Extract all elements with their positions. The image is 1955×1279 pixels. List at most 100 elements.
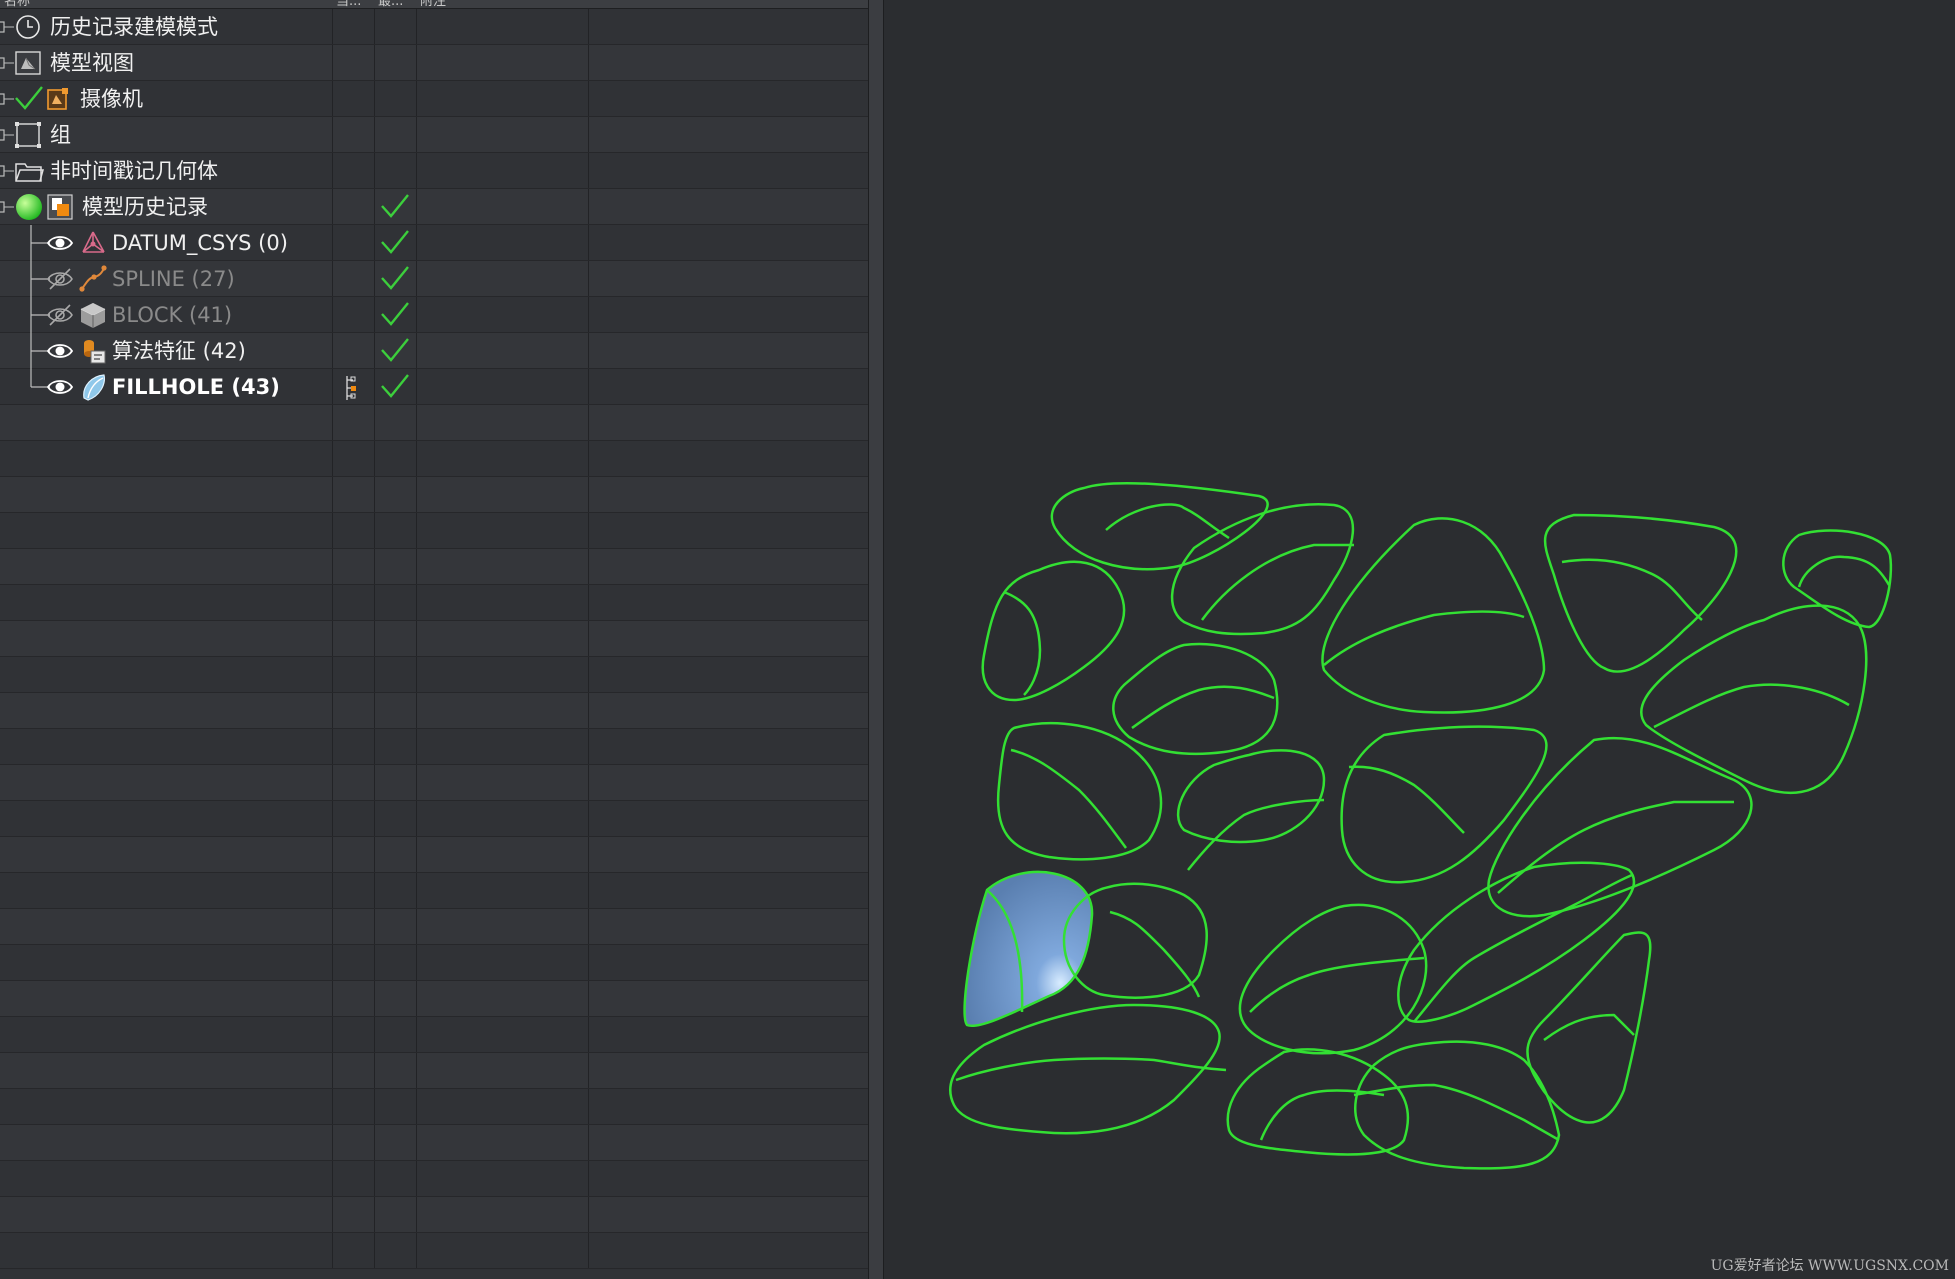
- tree-item-label[interactable]: 模型视图: [50, 51, 134, 75]
- tree-item-label[interactable]: SPLINE (27): [112, 267, 235, 291]
- hole-split-curve[interactable]: [955, 1057, 1227, 1082]
- column-separator: [374, 441, 375, 476]
- expand-toggle-icon[interactable]: [0, 200, 14, 214]
- current-feature-marker-icon: [346, 376, 356, 400]
- hole-boundary-curve[interactable]: [1170, 503, 1355, 636]
- tree-row[interactable]: FILLHOLE (43): [0, 369, 868, 405]
- hole-split-curve[interactable]: [1010, 748, 1128, 849]
- tree-item-label[interactable]: 摄像机: [80, 87, 143, 111]
- hole-boundary-curve[interactable]: [1050, 481, 1269, 571]
- tree-row[interactable]: 算法特征 (42): [0, 333, 868, 369]
- empty-row: [0, 405, 868, 441]
- column-separator: [332, 549, 333, 584]
- column-separator: [416, 81, 417, 116]
- hole-split-curve[interactable]: [1259, 1089, 1385, 1141]
- column-header-name[interactable]: 名称: [0, 0, 330, 8]
- tree-row[interactable]: 摄像机: [0, 81, 868, 117]
- column-separator: [416, 549, 417, 584]
- visibility-eye-icon[interactable]: [46, 232, 74, 258]
- graphics-viewport[interactable]: UG爱好者论坛 WWW.UGSNX.COM: [884, 0, 1955, 1279]
- hole-split-curve[interactable]: [1131, 685, 1275, 730]
- column-separator: [374, 729, 375, 764]
- expand-toggle-icon[interactable]: [0, 92, 14, 106]
- column-separator: [332, 909, 333, 944]
- hole-boundary-curve[interactable]: [1226, 1048, 1410, 1156]
- hole-split-curve[interactable]: [1353, 1083, 1560, 1142]
- empty-row: [0, 693, 868, 729]
- expand-toggle-icon[interactable]: [0, 128, 14, 142]
- column-separator: [416, 1125, 417, 1160]
- hidden-eye-icon[interactable]: [46, 303, 74, 331]
- column-separator: [588, 801, 589, 836]
- hole-split-curve[interactable]: [1797, 555, 1891, 588]
- hole-split-curve[interactable]: [1653, 683, 1850, 729]
- empty-row: [0, 981, 868, 1017]
- hole-boundary-curve[interactable]: [1782, 529, 1893, 629]
- hole-boundary-curve[interactable]: [1176, 749, 1326, 844]
- column-separator: [588, 117, 589, 152]
- hole-split-curve[interactable]: [1187, 798, 1325, 871]
- tree-item-label[interactable]: 模型历史记录: [82, 195, 208, 219]
- column-separator: [588, 873, 589, 908]
- hole-boundary-curve[interactable]: [981, 560, 1126, 702]
- hole-boundary-curve[interactable]: [1640, 604, 1868, 795]
- hole-split-curve[interactable]: [1497, 800, 1734, 894]
- tree-row[interactable]: 非时间戳记几何体: [0, 153, 868, 189]
- hole-boundary-curve[interactable]: [1112, 642, 1279, 756]
- column-separator: [588, 1089, 589, 1124]
- up-to-date-check-icon: [380, 301, 410, 331]
- tree-row[interactable]: 模型历史记录: [0, 189, 868, 225]
- hidden-eye-icon[interactable]: [46, 267, 74, 295]
- hole-split-curve[interactable]: [1561, 558, 1703, 621]
- tree-item-label[interactable]: 非时间戳记几何体: [50, 159, 218, 183]
- column-separator: [374, 153, 375, 188]
- empty-row: [0, 1017, 868, 1053]
- column-header-current[interactable]: 当...: [332, 0, 372, 8]
- column-separator: [416, 1089, 417, 1124]
- expand-toggle-icon[interactable]: [0, 20, 14, 34]
- column-separator: [416, 729, 417, 764]
- tree-item-label[interactable]: 算法特征 (42): [112, 339, 246, 363]
- empty-row: [0, 621, 868, 657]
- column-separator: [332, 261, 333, 296]
- fillhole-filled-face[interactable]: [963, 870, 1094, 1028]
- hole-boundary-curve[interactable]: [1543, 513, 1738, 673]
- hole-boundary-curve[interactable]: [1238, 903, 1428, 1055]
- tree-item-label[interactable]: 历史记录建模模式: [50, 15, 218, 39]
- tree-row[interactable]: BLOCK (41): [0, 297, 868, 333]
- tree-item-label[interactable]: 组: [50, 123, 71, 147]
- column-separator: [588, 765, 589, 800]
- column-header-latest[interactable]: 最...: [374, 0, 414, 8]
- expand-toggle-icon[interactable]: [0, 164, 14, 178]
- tree-row[interactable]: 模型视图: [0, 45, 868, 81]
- hole-boundary-curve[interactable]: [1340, 725, 1548, 884]
- column-separator: [588, 1161, 589, 1196]
- visibility-eye-icon[interactable]: [46, 376, 74, 402]
- checkbox-checked-icon[interactable]: [14, 85, 44, 115]
- column-separator: [588, 657, 589, 692]
- hole-split-curve[interactable]: [1109, 910, 1201, 998]
- hole-split-curve[interactable]: [1348, 765, 1465, 834]
- column-separator: [332, 333, 333, 368]
- tree-item-label[interactable]: BLOCK (41): [112, 303, 232, 327]
- model-canvas[interactable]: [884, 0, 1955, 1279]
- hole-split-curve[interactable]: [1003, 590, 1042, 696]
- hole-split-curve[interactable]: [1413, 873, 1633, 1023]
- hole-split-curve[interactable]: [1543, 1013, 1635, 1042]
- visibility-eye-icon[interactable]: [46, 340, 74, 366]
- empty-row: [0, 765, 868, 801]
- column-header-comment[interactable]: 附注: [416, 0, 580, 8]
- tree-row[interactable]: 组: [0, 117, 868, 153]
- tree-row[interactable]: SPLINE (27): [0, 261, 868, 297]
- panel-splitter[interactable]: [868, 0, 884, 1279]
- column-separator: [332, 513, 333, 548]
- hole-split-curve[interactable]: [1105, 503, 1230, 540]
- expand-toggle-icon[interactable]: [0, 56, 14, 70]
- tree-item-label[interactable]: DATUM_CSYS (0): [112, 231, 288, 255]
- column-separator: [416, 477, 417, 512]
- hole-split-curve[interactable]: [1323, 610, 1525, 666]
- tree-row[interactable]: DATUM_CSYS (0): [0, 225, 868, 261]
- tree-row[interactable]: 历史记录建模模式: [0, 9, 868, 45]
- empty-row: [0, 477, 868, 513]
- tree-item-label[interactable]: FILLHOLE (43): [112, 375, 280, 399]
